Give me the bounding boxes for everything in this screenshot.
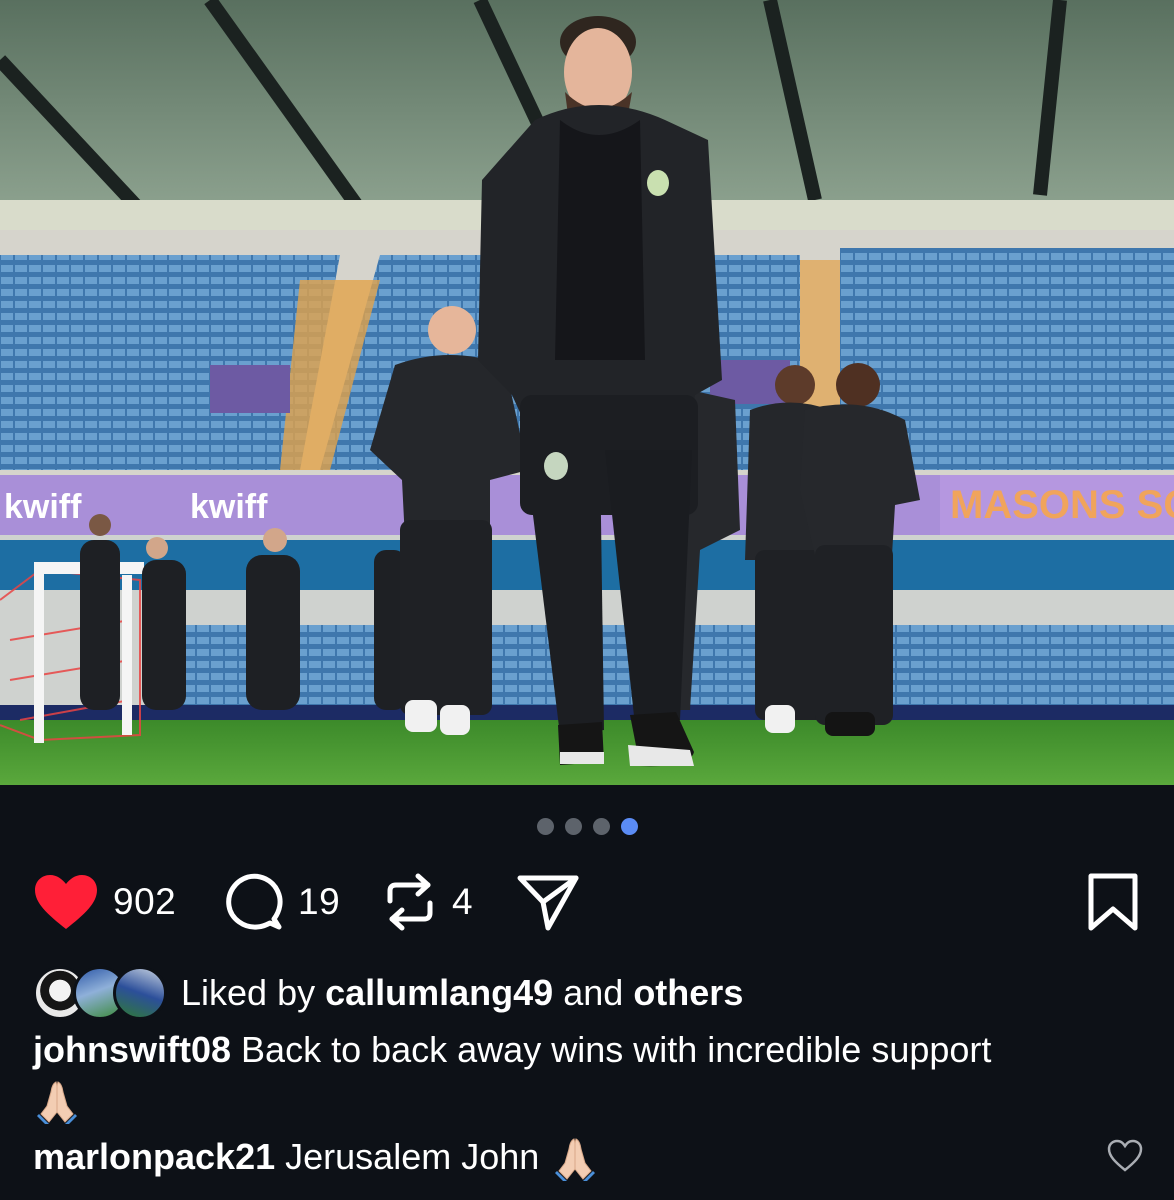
- carousel-dot[interactable]: [592, 818, 610, 835]
- reposts-count[interactable]: 4: [452, 881, 473, 923]
- likes-count[interactable]: 902: [113, 881, 176, 923]
- liked-by-prefix: Liked by: [181, 972, 316, 1013]
- paper-plane-icon: [517, 875, 579, 931]
- post-action-bar: 902 19 4: [0, 866, 1174, 938]
- caption-username[interactable]: johnswift08: [33, 1029, 231, 1070]
- heart-outline-icon: [1107, 1139, 1143, 1172]
- avatar[interactable]: [113, 966, 167, 1020]
- liked-by-and: and: [563, 972, 624, 1013]
- banner-masons: MASONS SO: [950, 483, 1174, 527]
- folded-hands-emoji: [555, 1138, 596, 1181]
- banner-kwiff-1: kwiff: [4, 488, 82, 526]
- comment-button[interactable]: 19: [222, 866, 340, 938]
- post-photo[interactable]: kwiff kwiff MASONS SO: [0, 0, 1174, 785]
- banner-kwiff-2: kwiff: [190, 488, 268, 526]
- liked-by-row[interactable]: Liked by callumlang49 and others: [33, 966, 743, 1020]
- post-caption: johnswift08 Back to back away wins with …: [33, 1026, 1133, 1125]
- comment-bubble-icon: [226, 873, 283, 930]
- top-comment[interactable]: marlonpack21 Jerusalem John: [33, 1132, 1083, 1182]
- caption-text: Back to back away wins with incredible s…: [241, 1029, 992, 1070]
- repost-arrows-icon: [387, 873, 433, 931]
- save-button[interactable]: [1086, 866, 1140, 938]
- like-button[interactable]: 902: [33, 866, 176, 938]
- carousel-dot[interactable]: [536, 818, 554, 835]
- liked-by-username[interactable]: callumlang49: [325, 972, 553, 1014]
- repost-button[interactable]: 4: [382, 866, 473, 938]
- share-button[interactable]: [516, 866, 580, 938]
- carousel-dot[interactable]: [564, 818, 582, 835]
- bookmark-icon: [1088, 873, 1138, 931]
- liked-by-avatars[interactable]: [33, 966, 167, 1020]
- comment-text: Jerusalem John: [285, 1136, 540, 1177]
- heart-filled-icon: [35, 875, 97, 929]
- carousel-dot-active[interactable]: [620, 818, 638, 835]
- folded-hands-emoji: [37, 1081, 77, 1125]
- carousel-indicator: [0, 818, 1174, 835]
- comment-like-button[interactable]: [1106, 1139, 1144, 1178]
- comments-count[interactable]: 19: [298, 881, 340, 923]
- liked-by-others[interactable]: others: [633, 972, 743, 1014]
- comment-username[interactable]: marlonpack21: [33, 1132, 275, 1182]
